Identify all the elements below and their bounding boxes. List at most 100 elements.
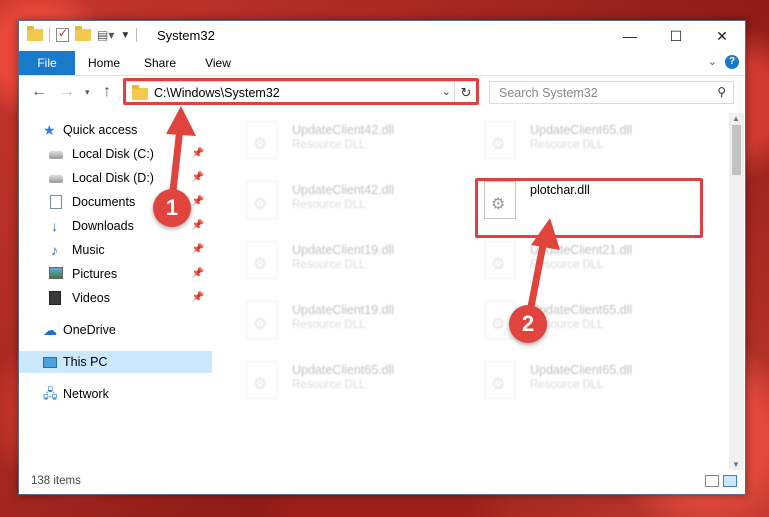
forward-arrow-icon[interactable]: → (59, 83, 75, 101)
star-icon: ★ (43, 122, 56, 138)
divider (136, 28, 138, 42)
dll-file-icon (246, 181, 278, 219)
download-icon: ↓ (51, 218, 58, 234)
list-item[interactable]: UpdateClient21.dll Resource DLL (472, 237, 692, 287)
scroll-up-icon[interactable]: ▲ (732, 114, 740, 123)
maximize-button[interactable]: ☐ (653, 21, 699, 51)
sidebar-item-label: OneDrive (63, 323, 116, 337)
sidebar-item-label: Local Disk (D:) (72, 171, 154, 185)
file-name: UpdateClient65.dll (530, 363, 633, 377)
quick-access-toolbar: ▤▾ ▼ (27, 26, 138, 42)
step-badge-1: 1 (153, 189, 191, 227)
network-icon: 🖧 (43, 386, 58, 401)
file-type: Resource DLL (292, 259, 366, 271)
sidebar-item-label: Downloads (72, 219, 134, 233)
computer-icon (43, 357, 57, 368)
pin-icon[interactable]: 📌 (192, 287, 204, 309)
file-explorer-window: ▤▾ ▼ System32 — ☐ ✕ File Home Share View… (18, 20, 746, 495)
disk-icon (49, 175, 63, 183)
navigation-bar: ← → ▾ ↑ C:\Windows\System32 ⌄ ↻ Search S… (19, 76, 745, 110)
search-box[interactable]: Search System32 ⚲ (489, 81, 734, 104)
tab-share[interactable]: Share (137, 51, 183, 75)
file-type: Resource DLL (292, 379, 366, 391)
step-badge-2: 2 (509, 305, 547, 343)
file-highlight (475, 178, 703, 238)
file-list: UpdateClient42.dll Resource DLL UpdateCl… (224, 113, 729, 473)
sidebar-item-local-disk-d[interactable]: Local Disk (D:) 📌 (19, 167, 212, 189)
file-name: UpdateClient65.dll (292, 363, 395, 377)
list-item[interactable]: UpdateClient19.dll Resource DLL (234, 237, 454, 287)
close-button[interactable]: ✕ (699, 21, 745, 51)
search-input[interactable]: Search System32 (499, 86, 598, 100)
dll-file-icon (246, 301, 278, 339)
sidebar-item-onedrive[interactable]: ☁ OneDrive (19, 319, 212, 341)
sidebar-item-pictures[interactable]: Pictures 📌 (19, 263, 212, 285)
file-name: UpdateClient65.dll (530, 123, 633, 137)
sidebar-item-this-pc[interactable]: This PC (19, 351, 212, 373)
sidebar-item-network[interactable]: 🖧 Network (19, 383, 212, 405)
tab-view[interactable]: View (195, 51, 241, 75)
picture-icon (49, 267, 63, 279)
pin-icon[interactable]: 📌 (192, 239, 204, 261)
dll-file-icon (246, 121, 278, 159)
dll-file-icon (484, 121, 516, 159)
file-type: Resource DLL (292, 139, 366, 151)
file-name: UpdateClient21.dll (530, 243, 633, 257)
video-icon (49, 291, 61, 305)
title-bar: ▤▾ ▼ System32 — ☐ ✕ (19, 21, 745, 51)
properties-icon[interactable] (56, 26, 69, 42)
sidebar-item-label: This PC (63, 355, 108, 369)
folder-icon (27, 26, 43, 41)
item-count: 138 items (31, 475, 81, 487)
view-toggle (705, 475, 737, 487)
pin-icon[interactable]: 📌 (192, 191, 204, 213)
sidebar-item-videos[interactable]: Videos 📌 (19, 287, 212, 309)
scrollbar-thumb[interactable] (732, 125, 741, 175)
up-arrow-icon[interactable]: ↑ (103, 83, 111, 101)
list-item[interactable]: UpdateClient19.dll Resource DLL (234, 297, 454, 347)
tab-home[interactable]: Home (81, 51, 127, 75)
pin-icon[interactable]: 📌 (192, 167, 204, 189)
file-type: Resource DLL (292, 319, 366, 331)
file-name: UpdateClient19.dll (292, 243, 395, 257)
sidebar-item-label: Music (72, 243, 105, 257)
pin-icon[interactable]: 📌 (192, 143, 204, 165)
divider (49, 28, 50, 42)
dll-file-icon (484, 241, 516, 279)
file-name: UpdateClient65.dll (530, 303, 633, 317)
list-item[interactable]: UpdateClient65.dll Resource DLL (472, 117, 692, 167)
customize-toolbar-icon[interactable]: ▤▾ (97, 28, 114, 42)
new-folder-icon[interactable] (75, 26, 91, 41)
large-icons-view-icon[interactable] (723, 475, 737, 487)
chevron-down-icon[interactable]: ▼ (120, 30, 130, 41)
sidebar-item-music[interactable]: ♪ Music 📌 (19, 239, 212, 261)
back-arrow-icon[interactable]: ← (31, 83, 47, 101)
list-item[interactable]: UpdateClient65.dll Resource DLL (472, 297, 692, 347)
minimize-button[interactable]: — (607, 21, 653, 51)
sidebar-item-quick-access[interactable]: ★ Quick access (19, 119, 212, 141)
pin-icon[interactable]: 📌 (192, 215, 204, 237)
expand-ribbon-icon[interactable]: ⌄ (708, 55, 717, 68)
sidebar-item-label: Local Disk (C:) (72, 147, 154, 161)
scroll-down-icon[interactable]: ▼ (732, 460, 740, 469)
tab-file[interactable]: File (19, 51, 75, 75)
status-bar: 138 items (19, 470, 745, 494)
list-item[interactable]: UpdateClient65.dll Resource DLL (472, 357, 692, 407)
vertical-scrollbar[interactable]: ▲ ▼ (729, 113, 744, 470)
sidebar-item-label: Videos (72, 291, 110, 305)
recent-locations-icon[interactable]: ▾ (85, 87, 90, 98)
details-view-icon[interactable] (705, 475, 719, 487)
window-title: System32 (157, 28, 215, 43)
dll-file-icon (246, 241, 278, 279)
list-item[interactable]: UpdateClient65.dll Resource DLL (234, 357, 454, 407)
list-item[interactable]: UpdateClient42.dll Resource DLL (234, 177, 454, 227)
disk-icon (49, 151, 63, 159)
help-icon[interactable]: ? (725, 55, 739, 69)
navigation-pane: ★ Quick access Local Disk (C:) 📌 Local D… (19, 113, 212, 463)
search-icon[interactable]: ⚲ (717, 85, 726, 99)
cloud-icon: ☁ (43, 322, 57, 338)
sidebar-item-local-disk-c[interactable]: Local Disk (C:) 📌 (19, 143, 212, 165)
pin-icon[interactable]: 📌 (192, 263, 204, 285)
sidebar-item-label: Pictures (72, 267, 118, 281)
list-item[interactable]: UpdateClient42.dll Resource DLL (234, 117, 454, 167)
